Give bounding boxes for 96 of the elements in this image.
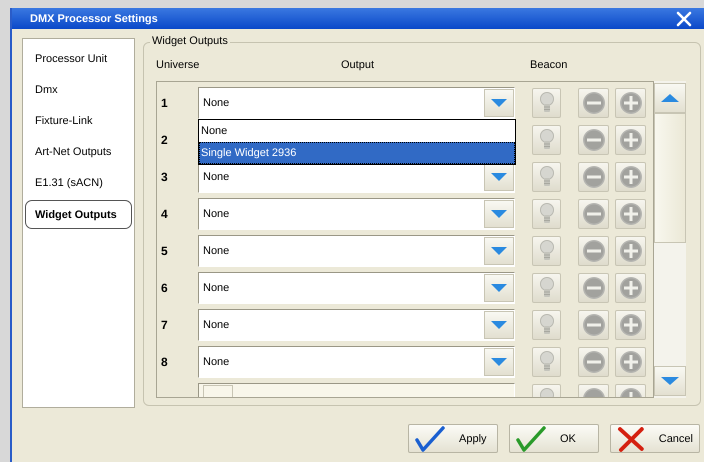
beacon-button[interactable]: [532, 272, 561, 302]
output-dropdown[interactable]: None: [198, 308, 515, 340]
plus-icon: [618, 90, 642, 114]
universe-number: 6: [160, 280, 169, 294]
minus-icon: [582, 128, 606, 152]
light-bulb-icon: [538, 350, 554, 374]
remove-button[interactable]: [578, 198, 609, 228]
add-button[interactable]: [615, 88, 646, 118]
remove-button[interactable]: [578, 346, 609, 376]
ok-button[interactable]: OK: [509, 424, 599, 453]
minus-icon: [582, 164, 606, 188]
add-button[interactable]: [615, 272, 646, 302]
caret-icon: [491, 358, 507, 366]
plus-icon: [618, 238, 642, 262]
minus-icon: [582, 276, 606, 300]
light-bulb-icon: [538, 90, 554, 114]
check-icon: [415, 426, 445, 452]
add-button[interactable]: [615, 310, 646, 340]
light-bulb-icon: [538, 276, 554, 300]
remove-button[interactable]: [578, 88, 609, 118]
minus-icon: [582, 90, 606, 114]
universe-number: 2: [160, 132, 169, 146]
column-header: Universe: [156, 59, 200, 71]
remove-button[interactable]: [578, 272, 609, 302]
cancel-button[interactable]: Cancel: [610, 424, 700, 453]
light-bulb-icon: [538, 202, 554, 226]
sidebar-item[interactable]: Processor Unit: [25, 43, 132, 74]
minus-icon: [582, 312, 606, 336]
beacon-button[interactable]: [532, 88, 561, 118]
close-icon: [676, 10, 692, 26]
minus-icon: [582, 238, 606, 262]
add-button[interactable]: [615, 346, 646, 376]
sidebar-item[interactable]: Art-Net Outputs: [25, 136, 132, 167]
caret-icon: [491, 320, 507, 328]
light-bulb-icon: [538, 238, 554, 262]
beacon-button[interactable]: [532, 236, 561, 266]
remove-button[interactable]: [578, 124, 609, 154]
caret-icon: [491, 172, 507, 180]
caret-icon: [491, 246, 507, 254]
remove-button[interactable]: [578, 310, 609, 340]
add-button[interactable]: [615, 162, 646, 192]
cross-icon: [617, 426, 645, 452]
beacon-button[interactable]: [532, 346, 561, 376]
light-bulb-icon: [538, 164, 554, 188]
column-header: Output: [341, 59, 374, 71]
remove-button[interactable]: [578, 236, 609, 266]
plus-icon: [618, 202, 642, 226]
column-header: Beacon: [530, 59, 568, 71]
beacon-button[interactable]: [532, 198, 561, 228]
scroll-thumb[interactable]: [654, 113, 686, 243]
plus-icon: [618, 276, 642, 300]
sidebar-item[interactable]: Dmx: [25, 74, 132, 105]
remove-button[interactable]: [578, 162, 609, 192]
plus-icon: [618, 128, 642, 152]
plus-icon: [618, 164, 642, 188]
add-button[interactable]: [615, 198, 646, 228]
universe-number: 8: [160, 354, 169, 368]
output-dropdown[interactable]: None: [198, 234, 515, 266]
add-button[interactable]: [615, 236, 646, 266]
plus-icon: [618, 350, 642, 374]
caret-icon: [491, 284, 507, 292]
beacon-button[interactable]: [532, 310, 561, 340]
beacon-button[interactable]: [532, 124, 561, 154]
scroll-up-button[interactable]: [654, 83, 686, 113]
sidebar-item[interactable]: E1.31 (sACN): [25, 167, 132, 198]
dropdown-option[interactable]: Single Widget 2936: [199, 142, 515, 164]
check-icon: [516, 426, 546, 452]
caret-up-icon: [661, 94, 679, 102]
sidebar-item[interactable]: Widget Outputs: [25, 200, 132, 229]
universe-number: 5: [160, 244, 169, 258]
sidebar-item[interactable]: Fixture-Link: [25, 105, 132, 136]
scrollbar[interactable]: [654, 81, 686, 398]
caret-icon: [491, 98, 507, 106]
add-button[interactable]: [615, 124, 646, 154]
caret-icon: [491, 210, 507, 218]
output-dropdown[interactable]: None: [198, 272, 515, 304]
dropdown-option[interactable]: None: [199, 120, 515, 142]
minus-icon: [582, 202, 606, 226]
output-dropdown[interactable]: None: [198, 198, 515, 230]
universe-number: 1: [160, 96, 169, 110]
window-title: DMX Processor Settings: [30, 12, 158, 24]
output-dropdown[interactable]: None: [198, 346, 515, 378]
caret-down-icon: [661, 377, 679, 385]
universe-number: 4: [160, 206, 169, 220]
apply-button[interactable]: Apply: [408, 424, 498, 453]
plus-icon: [618, 312, 642, 336]
beacon-button[interactable]: [532, 162, 561, 192]
universe-number: 3: [160, 170, 169, 184]
light-bulb-icon: [538, 312, 554, 336]
scroll-down-button[interactable]: [654, 366, 686, 396]
group-title: Widget Outputs: [150, 35, 230, 47]
output-dropdown[interactable]: None: [198, 86, 515, 118]
minus-icon: [582, 350, 606, 374]
light-bulb-icon: [538, 128, 554, 152]
universe-number: 7: [160, 318, 169, 332]
close-button[interactable]: [676, 10, 692, 26]
